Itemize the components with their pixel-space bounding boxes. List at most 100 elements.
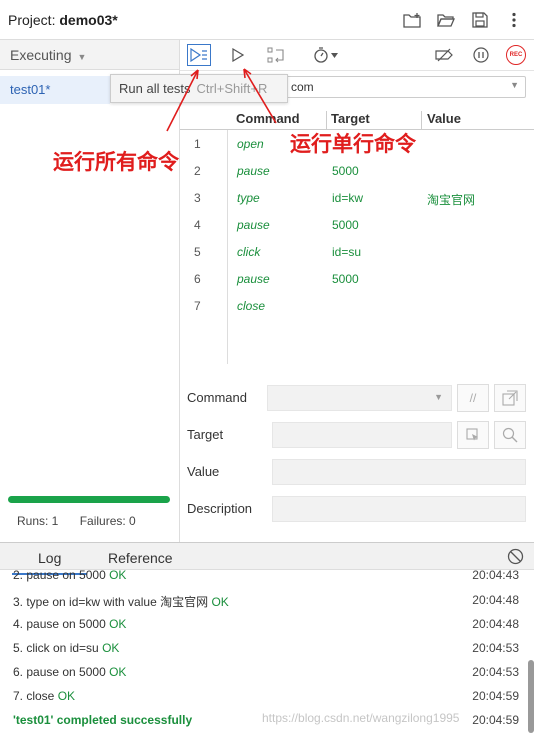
progress-bar: [8, 496, 170, 503]
base-url-value: com: [291, 80, 314, 94]
project-actions: [402, 10, 524, 30]
runs-count: Runs: 1: [17, 514, 59, 528]
log-time: 20:04:53: [472, 641, 519, 655]
log-entry: 7. close OK 20:04:59: [13, 689, 519, 703]
column-header-command: Command: [236, 111, 300, 126]
pause-button[interactable]: [469, 44, 493, 66]
row-number: 4: [194, 218, 201, 232]
column-divider: [421, 111, 422, 129]
table-row[interactable]: 7 close: [180, 293, 534, 320]
run-all-tests-button[interactable]: [187, 44, 211, 66]
table-row[interactable]: 5 click id=su: [180, 239, 534, 266]
top-bar: Project: demo03*: [0, 0, 534, 40]
project-label: Project:: [8, 12, 56, 28]
column-divider: [326, 111, 327, 129]
column-header-value: Value: [427, 111, 461, 126]
log-text: 5. click on id=su: [13, 641, 99, 655]
select-target-icon: [466, 428, 478, 441]
command-select[interactable]: ▼: [267, 385, 452, 411]
log-text: 3. type on id=kw with value 淘宝官网: [13, 595, 209, 609]
table-row[interactable]: 4 pause 5000: [180, 212, 534, 239]
row-target: id=su: [332, 245, 362, 259]
watermark: https://blog.csdn.net/wangzilong1995: [262, 711, 460, 725]
speed-icon: [314, 47, 338, 63]
chevron-down-icon: ▼: [77, 52, 87, 62]
new-window-icon: [502, 390, 518, 406]
new-folder-icon[interactable]: [402, 10, 422, 30]
more-vertical-icon[interactable]: [504, 10, 524, 30]
pause-icon: [473, 47, 489, 63]
row-target: 5000: [332, 272, 359, 286]
command-editor: Command ▼ // Target Value Description: [180, 375, 534, 540]
find-target-button[interactable]: [494, 421, 526, 449]
log-time: 20:04:48: [472, 617, 519, 631]
disable-breakpoints-button[interactable]: [432, 44, 456, 66]
run-single-icon: [232, 48, 244, 62]
row-number: 1: [194, 137, 201, 151]
log-time: 20:04:48: [472, 593, 519, 607]
log-status: OK: [109, 665, 127, 679]
row-value: 淘宝官网: [427, 193, 476, 207]
run-stats: Runs: 1 Failures: 0: [17, 514, 154, 528]
base-url-input[interactable]: com ▼: [284, 76, 526, 98]
row-command: type: [237, 191, 260, 205]
log-status: OK: [102, 641, 120, 655]
run-current-test-button[interactable]: [226, 44, 250, 66]
log-status: OK: [211, 595, 229, 609]
log-text: 4. pause on 5000: [13, 617, 106, 631]
open-reference-button[interactable]: [494, 384, 526, 412]
log-text: 2. pause on 5000: [13, 570, 106, 582]
tab-reference[interactable]: Reference: [108, 550, 173, 566]
comment-button[interactable]: //: [457, 384, 489, 412]
log-time: 20:04:53: [472, 665, 519, 679]
row-command: pause: [237, 218, 270, 232]
log-status: OK: [109, 570, 127, 582]
tooltip-shortcut: Ctrl+Shift+R: [196, 81, 268, 96]
annotation-run-all: 运行所有命令: [53, 150, 179, 174]
table-header: Command Target Value: [180, 108, 534, 130]
annotation-run-single: 运行单行命令: [290, 132, 416, 156]
description-input[interactable]: [272, 496, 526, 522]
description-label: Description: [187, 501, 253, 516]
select-target-button[interactable]: [457, 421, 489, 449]
log-entry: 6. pause on 5000 OK 20:04:53: [13, 665, 519, 679]
disable-breakpoints-icon: [435, 48, 453, 62]
log-time: 20:04:43: [472, 570, 519, 582]
row-target: 5000: [332, 164, 359, 178]
save-icon[interactable]: [470, 10, 490, 30]
row-command: click: [237, 245, 261, 259]
test-item[interactable]: test01*: [0, 76, 110, 104]
project-name[interactable]: demo03*: [59, 12, 117, 28]
row-number: 6: [194, 272, 201, 286]
row-command: close: [237, 299, 266, 313]
tab-log[interactable]: Log: [11, 550, 89, 575]
comment-button-label: //: [469, 391, 477, 405]
open-folder-icon[interactable]: [436, 10, 456, 30]
log-entry: 3. type on id=kw with value 淘宝官网 OK 20:0…: [13, 593, 519, 610]
value-input[interactable]: [272, 459, 526, 485]
test-speed-dropdown[interactable]: [308, 44, 344, 66]
chevron-down-icon[interactable]: ▼: [510, 80, 519, 90]
log-status: OK: [109, 617, 127, 631]
run-all-icon: [190, 48, 207, 62]
log-scrollbar[interactable]: [528, 660, 534, 733]
log-output: 2. pause on 5000 OK 20:04:43 3. type on …: [0, 570, 534, 733]
step-over-button[interactable]: [264, 44, 288, 66]
table-row[interactable]: 6 pause 5000: [180, 266, 534, 293]
table-row[interactable]: 3 type id=kw 淘宝官网: [180, 185, 534, 212]
chevron-down-icon: ▼: [434, 392, 443, 402]
target-input[interactable]: [272, 422, 452, 448]
row-target: id=kw: [332, 191, 364, 205]
row-command: pause: [237, 272, 270, 286]
clear-icon[interactable]: [507, 548, 524, 565]
project-title: Project: demo03*: [8, 12, 118, 28]
tooltip: Run all tests Ctrl+Shift+R: [110, 74, 288, 103]
table-row[interactable]: 2 pause 5000: [180, 158, 534, 185]
command-label: Command: [187, 390, 247, 405]
row-number: 5: [194, 245, 201, 259]
search-icon: [502, 427, 518, 443]
log-text: 7. close: [13, 689, 55, 703]
record-icon[interactable]: REC: [506, 45, 526, 65]
log-entry: 5. click on id=su OK 20:04:53: [13, 641, 519, 655]
executing-dropdown[interactable]: Executing ▼: [0, 40, 179, 70]
